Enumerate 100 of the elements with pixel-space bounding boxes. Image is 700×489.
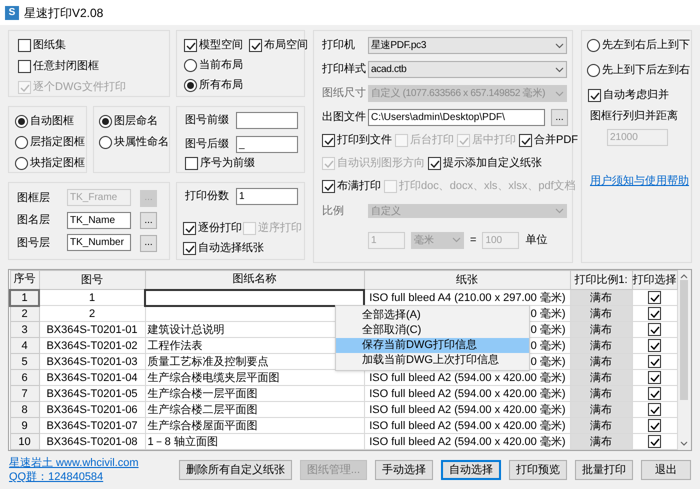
radio-button[interactable]: 所有布局 <box>184 77 243 94</box>
table-cell: 满布 <box>570 338 632 354</box>
table-cell[interactable]: 生产综合楼二层平面图 <box>145 402 364 418</box>
checkbox[interactable] <box>648 419 661 432</box>
checkmark-icon <box>324 158 334 168</box>
browse-button[interactable]: ... <box>140 234 157 252</box>
checkbox[interactable]: 打印到文件 <box>322 132 392 149</box>
chevron-up-icon[interactable] <box>680 274 688 279</box>
column-header[interactable]: 序号 <box>10 270 39 290</box>
chevron-down-icon[interactable] <box>680 441 688 446</box>
checkbox[interactable] <box>648 355 661 368</box>
footer-link[interactable]: 星速岩土 www.whcivil.com <box>9 456 139 470</box>
table-cell[interactable] <box>145 290 364 306</box>
action-button[interactable]: 删除所有自定义纸张 <box>178 460 292 480</box>
field-label: 图号层 <box>17 236 51 250</box>
table-cell: ISO full bleed A2 (594.00 x 420.00 毫米) <box>364 418 570 434</box>
menu-item[interactable]: 保存当前DWG打印信息 <box>336 338 529 353</box>
action-button[interactable]: 打印预览 <box>509 460 567 480</box>
checkbox[interactable]: 自动考虑归并 <box>588 87 669 104</box>
window-title: 星速打印V2.08 <box>24 4 104 22</box>
column-header[interactable]: 打印选择 <box>632 270 677 290</box>
table-cell: BX364S-T0201-02 <box>39 338 145 354</box>
radio-button[interactable]: 图层命名 <box>99 113 158 130</box>
input-field[interactable]: TK_Name <box>67 212 131 229</box>
radio-button[interactable]: 先上到下后左到右 <box>587 62 690 79</box>
checkbox[interactable]: 模型空间 <box>184 37 243 54</box>
column-header[interactable]: 图纸名称 <box>145 270 364 290</box>
column-header[interactable]: 打印比例1: <box>570 270 632 290</box>
table-cell[interactable]: 生产综合楼一层平面图 <box>145 386 364 402</box>
checkbox[interactable]: 任意封闭图框 <box>18 58 99 75</box>
checkbox[interactable] <box>648 339 661 352</box>
table-cell[interactable]: 1－8 轴立面图 <box>145 434 364 450</box>
input-field[interactable] <box>236 112 298 129</box>
equals-sign: = <box>470 232 476 248</box>
checkbox[interactable]: 提示添加自定义纸张 <box>428 155 542 172</box>
checkmark-icon <box>324 136 334 146</box>
table-cell: BX364S-T0201-07 <box>39 418 145 434</box>
checkbox[interactable] <box>648 371 661 384</box>
checkbox[interactable]: 自动选择纸张 <box>183 240 264 257</box>
action-button[interactable]: 退出 <box>641 460 691 480</box>
checkbox[interactable]: 布满打印 <box>322 178 381 195</box>
radio-button[interactable]: 先左到右后上到下 <box>587 37 690 54</box>
field-label: 图名层 <box>17 213 51 228</box>
action-button[interactable]: 批量打印 <box>575 460 633 480</box>
table-cell: BX364S-T0201-04 <box>39 370 145 386</box>
field-label: 出图文件 <box>322 110 367 126</box>
checkbox[interactable] <box>648 291 661 304</box>
scrollbar-thumb[interactable] <box>680 280 688 400</box>
action-button[interactable]: 手动选择 <box>375 460 433 480</box>
radio-button[interactable]: 层指定图框 <box>15 134 85 151</box>
table-cell: 满布 <box>570 418 632 434</box>
checkbox[interactable]: 合并PDF <box>519 132 578 149</box>
footer-link[interactable]: QQ群：124840584 <box>9 470 104 484</box>
checkbox[interactable]: 布局空间 <box>249 37 308 54</box>
checkmark-icon <box>324 182 334 192</box>
scrollbar[interactable] <box>678 270 691 450</box>
chevron-down-icon <box>555 42 564 48</box>
help-link[interactable]: 用户须知与使用帮助 <box>587 172 689 189</box>
checkmark-icon <box>20 82 30 92</box>
chevron-down-icon <box>555 66 564 72</box>
browse-button[interactable]: ... <box>140 212 157 229</box>
checkbox[interactable] <box>648 435 661 448</box>
checkbox[interactable] <box>648 307 661 320</box>
table-cell[interactable]: 生产综合楼屋面平面图 <box>145 418 364 434</box>
radio-button[interactable]: 块指定图框 <box>15 155 85 172</box>
checkbox[interactable]: 序号为前缀 <box>185 155 255 172</box>
column-header[interactable]: 纸张 <box>364 270 570 290</box>
field-label: 打印机 <box>322 38 356 54</box>
column-header[interactable]: 图号 <box>39 270 145 290</box>
input-field[interactable]: C:\Users\admin\Desktop\PDF\ <box>368 109 545 126</box>
chevron-down-icon <box>555 90 564 96</box>
checkmark-icon <box>458 136 468 146</box>
checkbox[interactable]: 逐份打印 <box>183 220 242 237</box>
radio-button[interactable]: 块属性命名 <box>99 134 169 151</box>
field-label: 图纸尺寸 <box>322 86 367 102</box>
table-cell: 满布 <box>570 306 632 322</box>
table-cell: BX364S-T0201-03 <box>39 354 145 370</box>
input-field[interactable]: 1 <box>236 188 298 205</box>
table-cell: ISO full bleed A2 (594.00 x 420.00 毫米) <box>364 386 570 402</box>
checkbox[interactable] <box>648 387 661 400</box>
radio-button[interactable]: 当前布局 <box>184 57 243 74</box>
radio-button[interactable]: 自动图框 <box>15 113 74 130</box>
chevron-down-icon <box>452 237 461 243</box>
row-number: 10 <box>10 434 39 450</box>
table-cell: BX364S-T0201-08 <box>39 434 145 450</box>
checkbox[interactable] <box>648 323 661 336</box>
checkbox[interactable] <box>648 403 661 416</box>
dropdown[interactable]: 星速PDF.pc3 <box>368 37 567 54</box>
checkbox[interactable]: 图纸集 <box>18 37 66 54</box>
row-number: 8 <box>10 402 39 418</box>
row-number: 5 <box>10 354 39 370</box>
table-cell: BX364S-T0201-01 <box>39 322 145 338</box>
table-cell: 满布 <box>570 434 632 450</box>
input-field[interactable]: TK_Number <box>67 234 131 252</box>
action-button[interactable]: 自动选择 <box>441 460 501 480</box>
dropdown[interactable]: acad.ctb <box>368 61 567 78</box>
input-field[interactable]: _ <box>236 136 298 153</box>
table-cell: ISO full bleed A2 (594.00 x 420.00 毫米) <box>364 434 570 450</box>
row-number: 7 <box>10 386 39 402</box>
browse-button[interactable]: ... <box>551 109 568 126</box>
